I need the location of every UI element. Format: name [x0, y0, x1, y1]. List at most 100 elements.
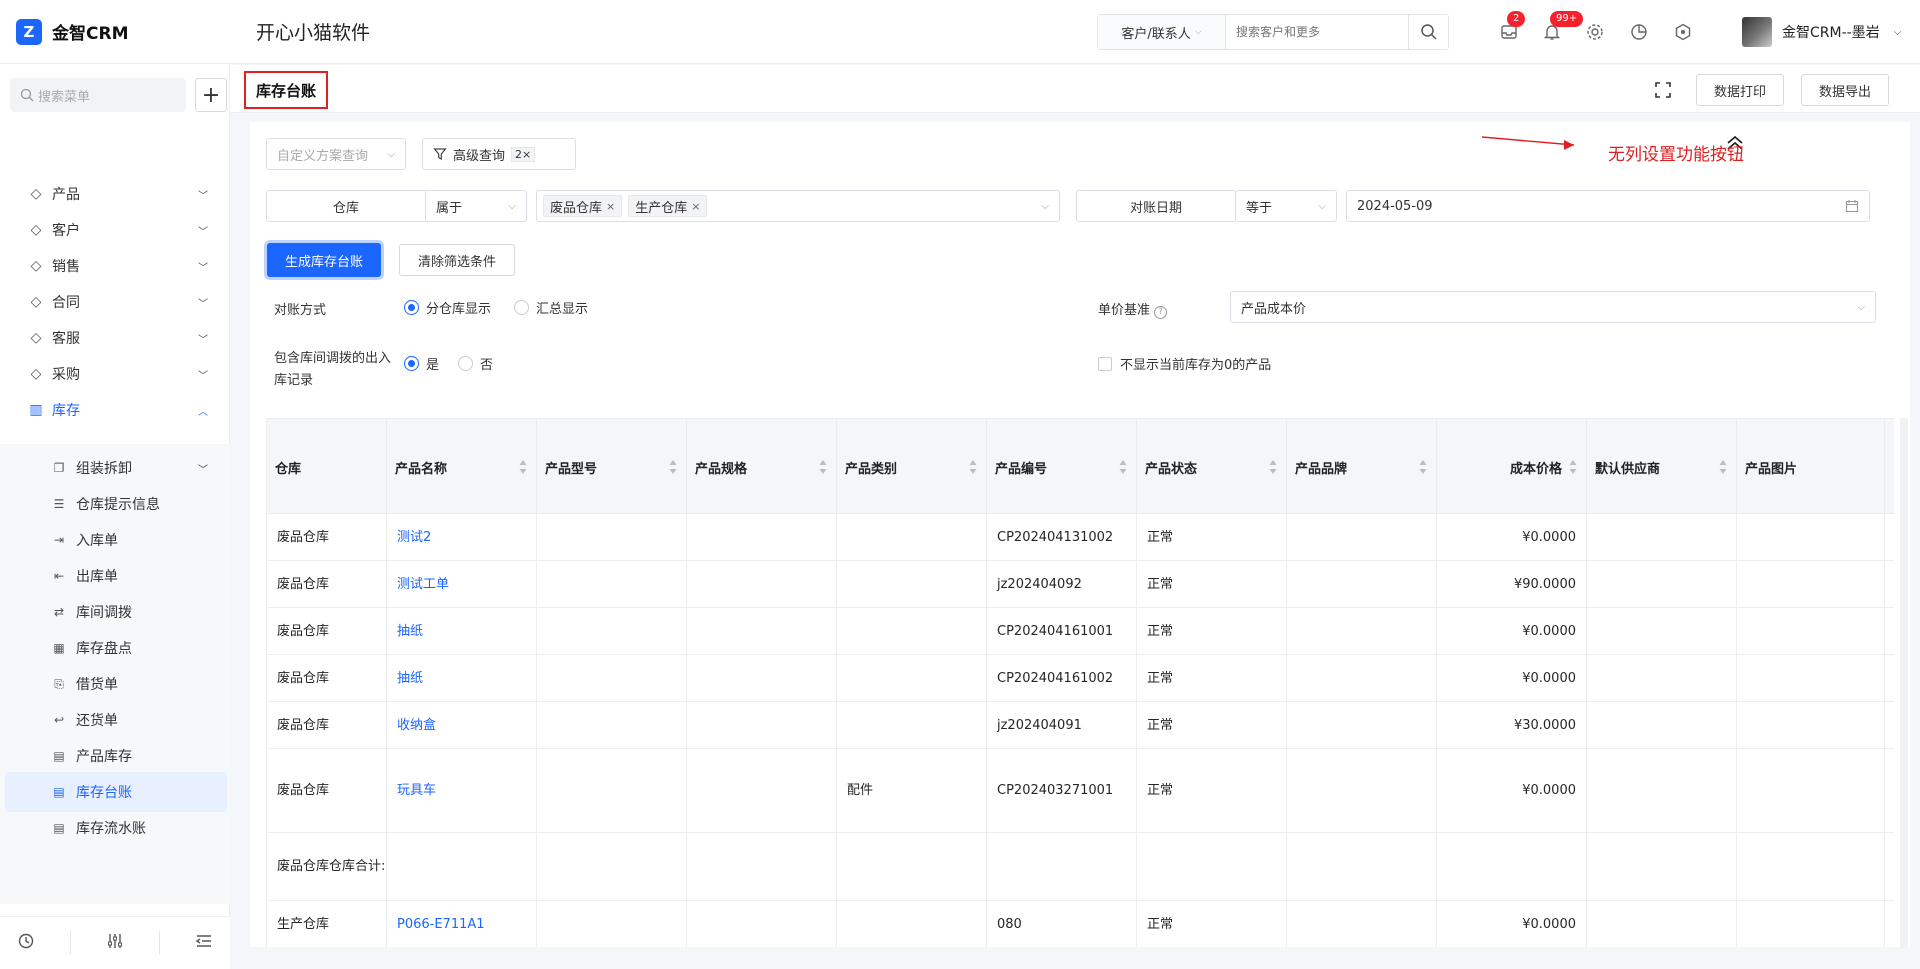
table-cell: 正常	[1137, 901, 1287, 947]
search-button[interactable]	[1408, 15, 1448, 49]
column-header[interactable]: 仓库	[267, 419, 387, 515]
sidebar-item-document[interactable]: ◇ 合同 ﹀	[0, 282, 230, 322]
product-link[interactable]: 抽纸	[387, 655, 537, 701]
column-header[interactable]: 产品编号	[987, 419, 1137, 515]
column-header[interactable]: 产品状态	[1137, 419, 1287, 515]
print-button[interactable]: 数据打印	[1696, 74, 1784, 106]
warehouse-operator-select[interactable]: 属于 ⌵	[425, 190, 527, 222]
column-header[interactable]: 产品规格	[687, 419, 837, 515]
radio-by-warehouse[interactable]: 分仓库显示	[404, 298, 491, 317]
sort-icon[interactable]	[1719, 459, 1727, 475]
sidebar-item-bag[interactable]: ◇ 采购 ﹀	[0, 354, 230, 394]
table-cell	[537, 901, 687, 947]
table-cell: CP202404161001	[987, 608, 1137, 654]
sidebar-item-chart[interactable]: ◇ 客户 ﹀	[0, 210, 230, 250]
reports-button[interactable]	[1627, 20, 1651, 44]
submenu-item-return[interactable]: ↩ 还货单	[0, 700, 230, 740]
submenu-item-label: 组装拆卸	[76, 461, 132, 477]
settings-button[interactable]	[1583, 20, 1607, 44]
sidebar-item-cube[interactable]: ◇ 产品 ﹀	[0, 174, 230, 214]
history-button[interactable]	[17, 932, 35, 954]
radio-include-yes[interactable]: 是	[404, 354, 439, 373]
hide-zero-checkbox[interactable]: 不显示当前库存为0的产品	[1098, 354, 1271, 373]
transfer-label: 包含库间调拨的出入库记录	[274, 351, 392, 388]
date-operator-select[interactable]: 等于 ⌵	[1235, 190, 1337, 222]
cube-icon: ◇	[30, 186, 42, 202]
column-header[interactable]: 成本价格	[1437, 419, 1587, 515]
submenu-item-transfer[interactable]: ⇄ 库间调拨	[0, 592, 230, 632]
alerts-button[interactable]: 99+	[1540, 11, 1584, 44]
logo[interactable]: Z 金智CRM	[0, 18, 230, 45]
radio-summary[interactable]: 汇总显示	[514, 298, 588, 317]
sidebar-footer	[0, 916, 230, 969]
product-link[interactable]: P066-E711A1	[387, 901, 537, 947]
date-picker[interactable]: 2024-05-09	[1346, 190, 1870, 222]
copy-icon: ❐	[53, 461, 65, 475]
close-icon[interactable]: ×	[606, 200, 615, 213]
product-link[interactable]: 抽纸	[387, 608, 537, 654]
product-link[interactable]: 测试工单	[387, 561, 537, 607]
scheme-select[interactable]: 自定义方案查询 ⌵	[266, 138, 406, 170]
divider	[158, 931, 160, 955]
headset-icon: ◇	[30, 330, 42, 346]
vertical-scrollbar[interactable]	[1900, 418, 1908, 948]
sort-icon[interactable]	[1569, 459, 1577, 475]
messages-button[interactable]: 2	[1497, 11, 1526, 44]
sort-icon[interactable]	[669, 459, 677, 475]
apps-button[interactable]	[1671, 20, 1695, 44]
sidebar-item-tag[interactable]: ◇ 销售 ﹀	[0, 246, 230, 286]
price-basis-select[interactable]: 产品成本价 ⌵	[1230, 291, 1876, 323]
add-button[interactable]: +	[195, 78, 227, 112]
close-icon[interactable]: ×	[691, 200, 700, 213]
sort-icon[interactable]	[1269, 459, 1277, 475]
submenu-item-outbound[interactable]: ⇤ 出库单	[0, 556, 230, 596]
page-title: 库存台账	[244, 71, 329, 109]
product-link[interactable]: 玩具车	[387, 749, 537, 832]
submenu-item-list[interactable]: ☰ 仓库提示信息	[0, 484, 230, 524]
column-header[interactable]: 产品图片	[1737, 419, 1885, 515]
sort-icon[interactable]	[819, 459, 827, 475]
column-header[interactable]: 默认供应商	[1587, 419, 1737, 515]
sidebar-item-label: 销售	[52, 259, 80, 275]
search-scope-select[interactable]: 客户/联系人 ⌵	[1098, 15, 1226, 49]
menu-search-input[interactable]: 搜索菜单	[10, 78, 186, 112]
sort-icon[interactable]	[519, 459, 527, 475]
date-operator-value: 等于	[1246, 200, 1273, 216]
collapse-sidebar-button[interactable]	[195, 932, 213, 954]
column-header[interactable]: 产品名称	[387, 419, 537, 515]
user-name: 金智CRM--墨岩	[1782, 25, 1880, 41]
submenu-item-calculator[interactable]: ▦ 库存盘点	[0, 628, 230, 668]
calendar-icon	[1845, 200, 1859, 213]
advanced-query-count[interactable]: 2×	[511, 146, 536, 162]
fullscreen-icon[interactable]	[1654, 81, 1672, 99]
submenu-item-copy[interactable]: ❐ 组装拆卸 ﹀	[0, 448, 230, 488]
user-menu[interactable]: 金智CRM--墨岩 ⌵	[1742, 14, 1901, 50]
generate-ledger-button[interactable]: 生成库存台账	[267, 243, 381, 277]
sort-icon[interactable]	[1419, 459, 1427, 475]
sidebar-item-warehouse[interactable]: ▥ 库存 ︿	[0, 390, 230, 430]
table-cell	[1587, 608, 1737, 654]
warehouse-value-select[interactable]: 废品仓库 × 生产仓库 × ⌵	[536, 190, 1060, 222]
product-link[interactable]: 收纳盒	[387, 702, 537, 748]
submenu-item-file[interactable]: ▤ 产品库存	[0, 736, 230, 776]
column-header[interactable]: 产品型号	[537, 419, 687, 515]
column-header[interactable]: 产品品牌	[1287, 419, 1437, 515]
chevron-down-icon: ⌵	[1318, 200, 1326, 212]
help-icon[interactable]: ?	[1154, 306, 1168, 319]
submenu-item-inbound[interactable]: ⇥ 入库单	[0, 520, 230, 560]
sort-icon[interactable]	[1119, 459, 1127, 475]
submenu-item-borrow[interactable]: ⎘ 借货单	[0, 664, 230, 704]
sort-icon[interactable]	[969, 459, 977, 475]
export-button[interactable]: 数据导出	[1801, 74, 1889, 106]
sidebar-item-headset[interactable]: ◇ 客服 ﹀	[0, 318, 230, 358]
radio-include-no[interactable]: 否	[458, 354, 493, 373]
clear-filters-button[interactable]: 清除筛选条件	[399, 244, 515, 276]
table-cell	[1737, 749, 1885, 832]
advanced-query-button[interactable]: 高级查询 2×	[422, 138, 576, 170]
column-header[interactable]: 产品类别	[837, 419, 987, 515]
search-input[interactable]	[1226, 25, 1408, 39]
filter-settings-button[interactable]	[106, 932, 124, 954]
product-link[interactable]: 测试2	[387, 514, 537, 560]
submenu-item-flow[interactable]: ▤ 库存流水账	[0, 808, 230, 848]
submenu-item-ledger[interactable]: ▤ 库存台账	[5, 772, 227, 812]
